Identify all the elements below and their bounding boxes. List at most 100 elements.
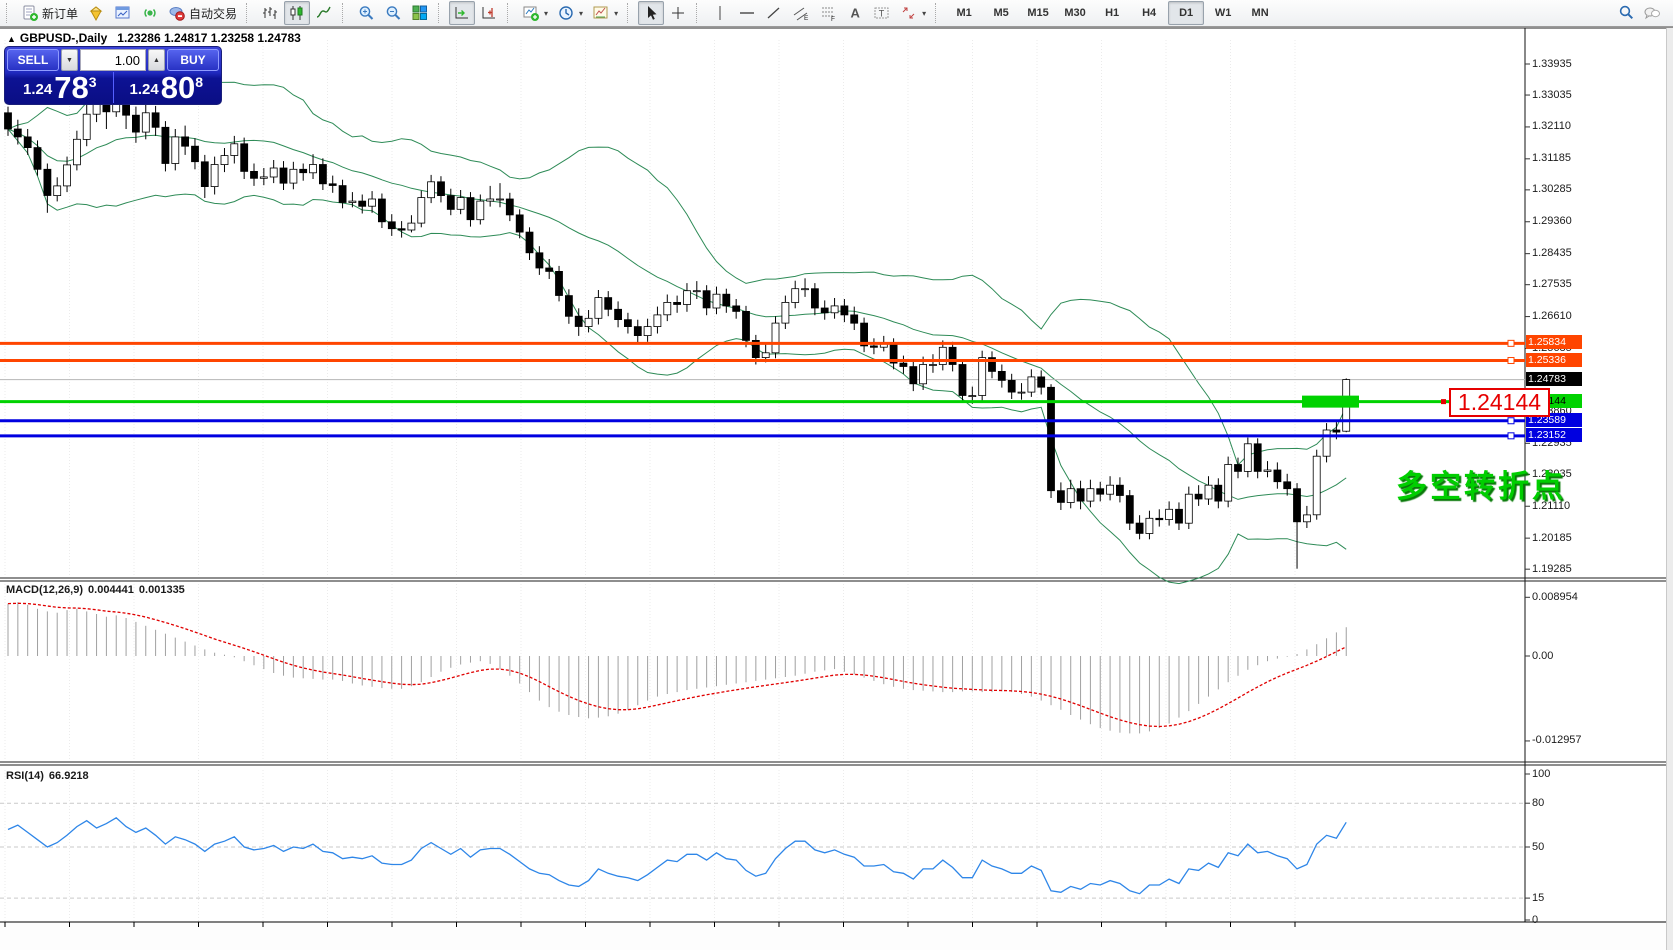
toolbar-button-indicators[interactable]: ▾ — [518, 1, 552, 25]
toolbar-button-autotrading[interactable]: 自动交易 — [164, 1, 241, 25]
dropdown-caret-icon[interactable]: ▾ — [922, 9, 926, 18]
toolbar-button-crosshair[interactable] — [665, 1, 691, 25]
candle — [782, 302, 789, 323]
candlestick-icon — [288, 4, 306, 22]
bollinger-band-line — [8, 73, 1346, 465]
sell-button[interactable]: SELL — [7, 49, 59, 71]
candle — [1126, 496, 1133, 524]
turning-point-annotation[interactable]: 多空转折点 — [1396, 461, 1566, 506]
toolbar-button-auto-scroll[interactable] — [449, 1, 475, 25]
equidistant-channel-icon: E — [792, 4, 810, 22]
dropdown-caret-icon[interactable]: ▾ — [544, 9, 548, 18]
toolbar-button-zoom-out[interactable] — [380, 1, 406, 25]
timeframe-button-h4[interactable]: H4 — [1131, 1, 1167, 25]
candle — [241, 144, 248, 172]
timeframe-button-mn[interactable]: MN — [1242, 1, 1278, 25]
toolbar-button-cursor[interactable] — [638, 1, 664, 25]
candle — [44, 169, 51, 195]
candle — [398, 229, 405, 230]
toolbar-button-label: 新订单 — [42, 5, 78, 22]
toolbar-button-new-chart[interactable] — [110, 1, 136, 25]
new-chart-icon — [114, 4, 132, 22]
candle — [1284, 482, 1291, 489]
toolbar-button-vertical-line[interactable] — [707, 1, 733, 25]
toolbar-button-line-chart[interactable] — [311, 1, 337, 25]
candle — [24, 137, 31, 148]
volume-decrease-button[interactable]: ▼ — [61, 49, 78, 71]
candle — [1235, 465, 1242, 472]
candle — [54, 186, 61, 196]
candle — [585, 318, 592, 326]
candle — [192, 146, 199, 162]
timeframe-button-d1[interactable]: D1 — [1168, 1, 1204, 25]
arrows-icon — [900, 4, 918, 22]
sell-price-tile[interactable]: 1.24 78 3 — [7, 72, 114, 103]
dropdown-caret-icon[interactable]: ▾ — [614, 9, 618, 18]
candle — [310, 165, 317, 173]
toolbar-button-chart-shift[interactable] — [476, 1, 502, 25]
toolbar-button-text-label[interactable]: T — [869, 1, 895, 25]
candle — [1018, 392, 1025, 393]
volume-input[interactable] — [80, 49, 146, 71]
buy-price-pip: 8 — [195, 74, 203, 90]
candle — [1274, 470, 1281, 482]
candle — [221, 156, 228, 165]
window-edge — [1666, 28, 1673, 950]
toolbar-button-candlestick[interactable] — [284, 1, 310, 25]
candle — [300, 169, 307, 172]
toolbar-button-zoom-in[interactable] — [353, 1, 379, 25]
candle — [1166, 509, 1173, 519]
candle — [83, 114, 90, 139]
toolbar-button-templates[interactable]: ▾ — [588, 1, 622, 25]
candle — [851, 315, 858, 323]
search-icon — [1617, 4, 1635, 22]
candle — [172, 137, 179, 164]
timeframe-button-m1[interactable]: M1 — [946, 1, 982, 25]
candle — [408, 223, 415, 230]
price-callout-label[interactable]: 1.24144 — [1449, 388, 1550, 417]
candle — [132, 115, 139, 132]
volume-increase-button[interactable]: ▲ — [148, 49, 165, 71]
toolbar-button-chat[interactable] — [1639, 1, 1665, 25]
candle — [73, 139, 80, 165]
candle — [811, 289, 818, 308]
candle — [1028, 377, 1035, 392]
candle — [693, 291, 700, 292]
toolbar-button-horizontal-line[interactable] — [734, 1, 760, 25]
toolbar-button-arrows[interactable]: ▾ — [896, 1, 930, 25]
macd-signal-value: 0.001335 — [139, 584, 185, 596]
chart-shift-icon — [480, 4, 498, 22]
sell-price-prefix: 1.24 — [23, 78, 52, 102]
timeframe-button-h1[interactable]: H1 — [1094, 1, 1130, 25]
toolbar-grip — [246, 3, 253, 23]
toolbar-button-signal[interactable] — [137, 1, 163, 25]
toolbar-button-search[interactable] — [1613, 1, 1639, 25]
timeframe-button-w1[interactable]: W1 — [1205, 1, 1241, 25]
toolbar-button-equidistant-channel[interactable]: E — [788, 1, 814, 25]
toolbar-button-text[interactable]: A — [842, 1, 868, 25]
candle — [615, 309, 622, 319]
candle — [1303, 515, 1310, 522]
toolbar-button-bar-chart[interactable] — [257, 1, 283, 25]
toolbar-button-tile-windows[interactable] — [407, 1, 433, 25]
toolbar-button-trendline[interactable] — [761, 1, 787, 25]
rsi-name: RSI(14) — [6, 770, 44, 782]
collapse-icon[interactable]: ▲ — [7, 34, 16, 44]
toolbar-grip — [507, 3, 514, 23]
toolbar-button-periods[interactable]: ▾ — [553, 1, 587, 25]
toolbar-button-styler[interactable] — [83, 1, 109, 25]
toolbar-button-new-order[interactable]: 新订单 — [17, 1, 82, 25]
horizontal-line-icon — [738, 4, 756, 22]
svg-text:E: E — [804, 15, 809, 22]
timeframe-button-m30[interactable]: M30 — [1057, 1, 1093, 25]
timeframe-button-m5[interactable]: M5 — [983, 1, 1019, 25]
toolbar-button-fibonacci[interactable]: F — [815, 1, 841, 25]
buy-price-tile[interactable]: 1.24 80 8 — [114, 72, 220, 103]
candle — [1264, 470, 1271, 471]
dropdown-caret-icon[interactable]: ▾ — [579, 9, 583, 18]
buy-button[interactable]: BUY — [167, 49, 219, 71]
timeframe-button-m15[interactable]: M15 — [1020, 1, 1056, 25]
candle — [910, 367, 917, 384]
candle — [703, 291, 710, 308]
candle — [526, 232, 533, 253]
